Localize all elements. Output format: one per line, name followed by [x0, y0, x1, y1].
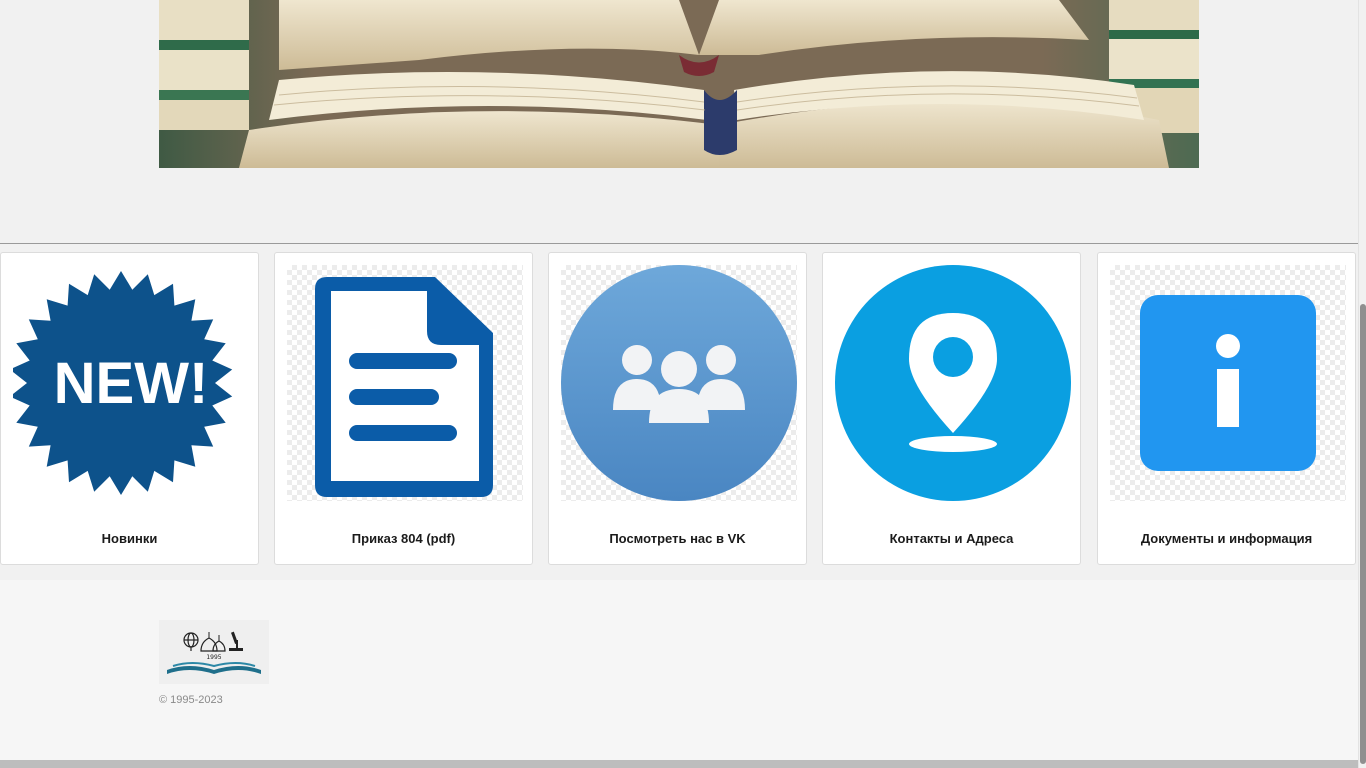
card-novinki[interactable]: NEW! Новинки: [0, 252, 259, 565]
scrollbar-thumb[interactable]: [1360, 304, 1366, 764]
card-label: Контакты и Адреса: [889, 531, 1014, 546]
site-logo[interactable]: 1995: [159, 620, 269, 684]
page: NEW! Новинки Приказ 804 (pdf) Посмотреть…: [0, 0, 1358, 768]
card-documents[interactable]: Документы и информация: [1097, 252, 1356, 565]
vertical-scrollbar[interactable]: [1358, 0, 1366, 768]
group-users-icon: [561, 265, 797, 501]
bottom-border: [0, 760, 1358, 768]
card-label: Приказ 804 (pdf): [351, 531, 456, 546]
hero-books-image: [159, 0, 1199, 168]
info-icon: [1110, 265, 1346, 501]
new-badge-text: NEW!: [54, 351, 209, 416]
card-label: Посмотреть нас в VK: [609, 531, 746, 546]
new-starburst-icon: NEW!: [13, 265, 249, 501]
copyright-text: © 1995-2023: [159, 694, 223, 706]
document-icon: [287, 265, 523, 501]
card-label: Новинки: [101, 531, 158, 546]
footer: 1995 © 1995-2023: [0, 580, 1358, 760]
quick-links-row: NEW! Новинки Приказ 804 (pdf) Посмотреть…: [0, 244, 1358, 580]
card-vk[interactable]: Посмотреть нас в VK: [548, 252, 807, 565]
location-pin-icon: [835, 265, 1071, 501]
logo-year: 1995: [206, 654, 221, 661]
card-contacts[interactable]: Контакты и Адреса: [822, 252, 1081, 565]
card-prikaz-804[interactable]: Приказ 804 (pdf): [274, 252, 533, 565]
card-label: Документы и информация: [1140, 531, 1313, 546]
